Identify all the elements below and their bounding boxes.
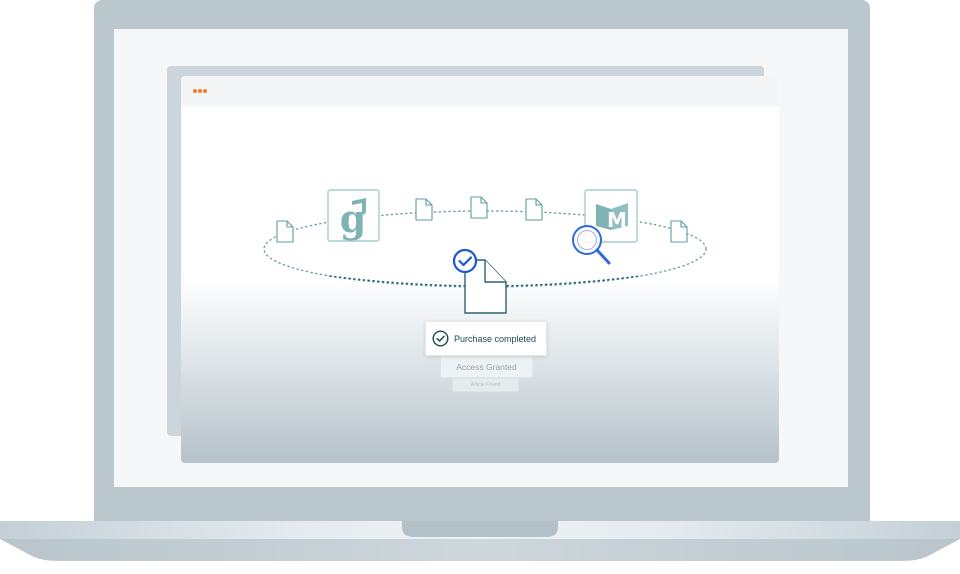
access-granted-card: Access Granted bbox=[440, 356, 533, 378]
check-circle-icon bbox=[432, 330, 449, 347]
document-icon bbox=[470, 196, 488, 219]
purchase-completed-card: Purchase completed bbox=[425, 321, 547, 356]
document-icon bbox=[276, 220, 294, 243]
document-icon bbox=[525, 198, 543, 221]
article-found-card: Article Found bbox=[452, 378, 519, 392]
search-illustration: g M bbox=[263, 189, 707, 314]
document-icon bbox=[670, 220, 688, 243]
check-circle-icon bbox=[452, 248, 478, 274]
document-icon bbox=[415, 198, 433, 221]
svg-text:M: M bbox=[607, 208, 627, 232]
access-granted-label: Access Granted bbox=[456, 362, 517, 372]
google-scholar-logo-icon: g bbox=[327, 189, 380, 242]
article-found-label: Article Found bbox=[470, 382, 501, 388]
purchase-completed-label: Purchase completed bbox=[454, 333, 537, 344]
